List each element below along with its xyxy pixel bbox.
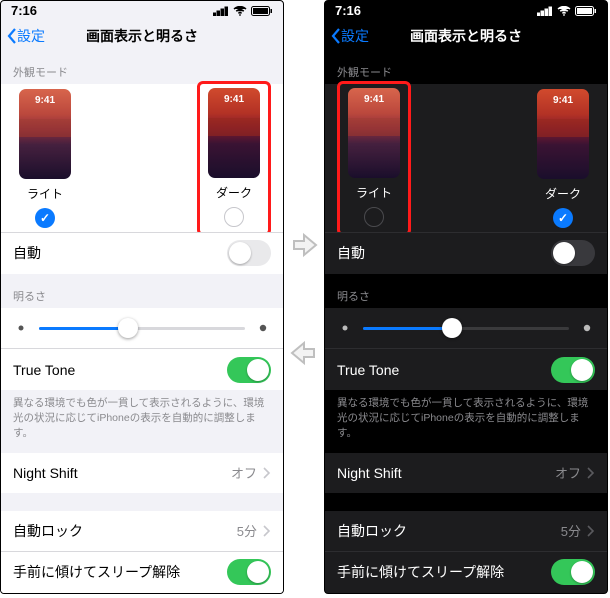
nightshift-value: オフ bbox=[231, 463, 257, 482]
truetone-foot: 異なる環境でも色が一貫して表示されるように、環境光の状況に応じてiPhoneの表… bbox=[1, 390, 283, 452]
arrow-left-icon bbox=[290, 339, 318, 367]
brightness-row bbox=[1, 308, 283, 348]
section-appearance: 外観モード bbox=[1, 50, 283, 84]
brightness-slider[interactable] bbox=[39, 318, 245, 338]
autolock-value: 5分 bbox=[237, 521, 257, 540]
signal-icon bbox=[213, 6, 229, 16]
mode-dark-label: ダーク bbox=[545, 185, 581, 202]
brightness-slider[interactable] bbox=[363, 318, 569, 338]
truetone-toggle[interactable] bbox=[227, 357, 271, 383]
mode-light-radio[interactable] bbox=[364, 207, 384, 227]
raise-label: 手前に傾けてスリープ解除 bbox=[13, 562, 180, 582]
auto-row[interactable]: 自動 bbox=[325, 232, 607, 274]
nightshift-row[interactable]: Night Shift オフ bbox=[325, 453, 607, 493]
autolock-label: 自動ロック bbox=[337, 521, 407, 541]
nav-bar: 設定 画面表示と明るさ bbox=[325, 21, 607, 51]
raise-row[interactable]: 手前に傾けてスリープ解除 bbox=[1, 551, 283, 593]
sun-large-icon bbox=[255, 320, 271, 336]
mode-dark[interactable]: 9:41 ダーク bbox=[531, 85, 595, 232]
signal-icon bbox=[537, 6, 553, 16]
appearance-row: 9:41 ライト 9:41 ダーク bbox=[1, 84, 283, 231]
sun-small-icon bbox=[13, 320, 29, 336]
arrow-right-icon bbox=[290, 231, 318, 259]
section-brightness: 明るさ bbox=[325, 274, 607, 308]
autolock-label: 自動ロック bbox=[13, 521, 83, 541]
mode-dark-label: ダーク bbox=[216, 184, 252, 201]
nav-bar: 設定 画面表示と明るさ bbox=[1, 21, 283, 51]
auto-label: 自動 bbox=[13, 243, 41, 263]
mode-light-label: ライト bbox=[27, 185, 63, 202]
autolock-value: 5分 bbox=[561, 521, 581, 540]
raise-toggle[interactable] bbox=[551, 559, 595, 585]
phone-light: 7:16 設定 画面表示と明るさ 外観モード 9:41 ライト 9:41 bbox=[0, 0, 284, 594]
sun-small-icon bbox=[337, 320, 353, 336]
section-appearance: 外観モード bbox=[325, 50, 607, 84]
raise-row[interactable]: 手前に傾けてスリープ解除 bbox=[325, 551, 607, 593]
truetone-row[interactable]: True Tone bbox=[325, 348, 607, 390]
sun-large-icon bbox=[579, 320, 595, 336]
section-brightness: 明るさ bbox=[1, 274, 283, 308]
mode-light-label: ライト bbox=[356, 184, 392, 201]
nightshift-value: オフ bbox=[555, 463, 581, 482]
truetone-label: True Tone bbox=[13, 362, 75, 378]
chevron-right-icon bbox=[263, 525, 271, 537]
appearance-row: 9:41 ライト 9:41 ダーク bbox=[325, 84, 607, 231]
mode-dark-radio[interactable] bbox=[224, 207, 244, 227]
status-bar: 7:16 bbox=[1, 1, 283, 21]
brightness-row bbox=[325, 308, 607, 348]
auto-label: 自動 bbox=[337, 243, 365, 263]
truetone-label: True Tone bbox=[337, 362, 399, 378]
truetone-toggle[interactable] bbox=[551, 357, 595, 383]
mode-dark-radio[interactable] bbox=[553, 208, 573, 228]
nightshift-label: Night Shift bbox=[13, 465, 78, 481]
auto-toggle[interactable] bbox=[551, 240, 595, 266]
mode-dark-thumb: 9:41 bbox=[208, 88, 260, 178]
battery-icon bbox=[575, 6, 597, 16]
autolock-row[interactable]: 自動ロック 5分 bbox=[1, 511, 283, 551]
status-bar: 7:16 bbox=[325, 1, 607, 21]
brightness-knob[interactable] bbox=[118, 318, 138, 338]
chevron-right-icon bbox=[587, 467, 595, 479]
truetone-row[interactable]: True Tone bbox=[1, 348, 283, 390]
chevron-right-icon bbox=[587, 525, 595, 537]
wifi-icon bbox=[557, 6, 571, 16]
status-time: 7:16 bbox=[11, 3, 37, 18]
transition-arrows bbox=[284, 0, 324, 598]
raise-label: 手前に傾けてスリープ解除 bbox=[337, 562, 504, 582]
page-title: 画面表示と明るさ bbox=[325, 26, 607, 46]
autolock-row[interactable]: 自動ロック 5分 bbox=[325, 511, 607, 551]
auto-row[interactable]: 自動 bbox=[1, 232, 283, 274]
auto-toggle[interactable] bbox=[227, 240, 271, 266]
mode-dark[interactable]: 9:41 ダーク bbox=[197, 81, 271, 236]
brightness-knob[interactable] bbox=[442, 318, 462, 338]
mode-light-thumb: 9:41 bbox=[348, 88, 400, 178]
mode-light-thumb: 9:41 bbox=[19, 89, 71, 179]
chevron-right-icon bbox=[263, 467, 271, 479]
mode-light[interactable]: 9:41 ライト bbox=[13, 85, 77, 232]
raise-toggle[interactable] bbox=[227, 559, 271, 585]
mode-light-radio[interactable] bbox=[35, 208, 55, 228]
status-time: 7:16 bbox=[335, 3, 361, 18]
nightshift-row[interactable]: Night Shift オフ bbox=[1, 453, 283, 493]
battery-icon bbox=[251, 6, 273, 16]
phone-dark: 7:16 設定 画面表示と明るさ 外観モード 9:41 ライト 9:41 bbox=[324, 0, 608, 594]
mode-light[interactable]: 9:41 ライト bbox=[337, 81, 411, 236]
truetone-foot: 異なる環境でも色が一貫して表示されるように、環境光の状況に応じてiPhoneの表… bbox=[325, 390, 607, 452]
page-title: 画面表示と明るさ bbox=[1, 26, 283, 46]
mode-dark-thumb: 9:41 bbox=[537, 89, 589, 179]
nightshift-label: Night Shift bbox=[337, 465, 402, 481]
wifi-icon bbox=[233, 6, 247, 16]
